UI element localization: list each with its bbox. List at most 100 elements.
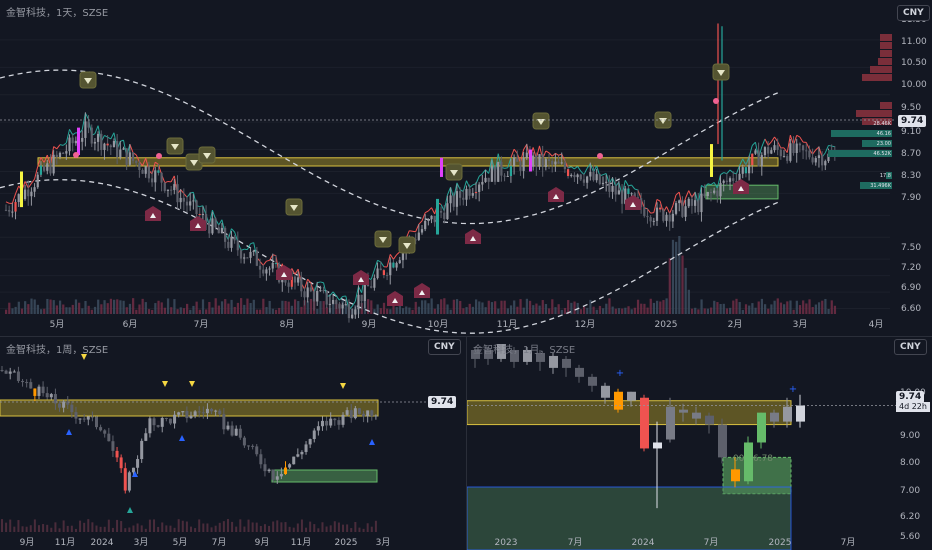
- weekly-x-axis-tick-label: 7月: [212, 537, 227, 548]
- weekly-candlestick-chart[interactable]: 9月 11月 2024 3月 5月 7月 9月 11月 2025 3月: [0, 337, 466, 550]
- monthly-candle-body: [575, 367, 584, 377]
- weekly-candle-body: [271, 469, 275, 480]
- volume-bar: [487, 300, 490, 314]
- signal-candle: [529, 149, 532, 172]
- weekly-volume-bar: [292, 527, 295, 532]
- trend-line-segment: [5, 201, 10, 204]
- candle-body: [430, 215, 433, 220]
- candle-body: [782, 156, 786, 158]
- volume-bar: [5, 309, 8, 314]
- volume-bar: [379, 308, 382, 314]
- candle-body: [150, 178, 154, 183]
- volume-bar: [125, 307, 128, 314]
- volume-bar: [71, 304, 74, 314]
- candle-body: [84, 121, 87, 138]
- volume-bar: [811, 307, 814, 314]
- monthly-candle-body: [679, 409, 688, 413]
- candle-body: [344, 304, 347, 306]
- candle-body: [395, 263, 398, 268]
- volume-bar: [459, 300, 462, 314]
- weekly-volume-bar: [120, 521, 123, 532]
- volume-bar: [287, 301, 290, 314]
- volume-bar: [132, 298, 135, 314]
- currency-button[interactable]: CNY: [897, 5, 930, 21]
- depth-bar: [880, 42, 892, 49]
- volume-bar: [687, 289, 690, 314]
- currency-button-monthly[interactable]: CNY: [894, 339, 927, 355]
- candle-body: [239, 250, 243, 259]
- monthly-x-axis-tick-label: 2023: [495, 538, 518, 548]
- candle-body: [481, 181, 484, 185]
- volume-bar: [455, 299, 459, 314]
- weekly-candle-body: [90, 416, 94, 418]
- trend-line-segment: [624, 180, 629, 187]
- weekly-volume-bar: [70, 525, 73, 532]
- monthly-zone-label: 00 , 6.78: [733, 454, 773, 464]
- monthly-candle-body: [796, 405, 805, 422]
- candle-body: [662, 209, 665, 221]
- volume-bar: [39, 309, 43, 314]
- weekly-volume-bar: [288, 526, 291, 532]
- candle-body: [544, 159, 547, 167]
- volume-bar: [293, 299, 297, 314]
- candle-body: [46, 163, 49, 171]
- trend-line-segment: [412, 230, 416, 233]
- volume-bar: [36, 304, 39, 314]
- volume-bar: [414, 301, 417, 314]
- daily-candlestick-chart[interactable]: 28.46K 46.16 23.00 46.52K 17.8 31.496K 11.00 10…: [0, 0, 932, 336]
- weekly-candle-body: [62, 401, 66, 408]
- volume-bar: [694, 307, 697, 314]
- candle-body: [58, 152, 62, 158]
- weekly-volume-bar: [116, 519, 119, 532]
- candle-body: [576, 174, 579, 178]
- weekly-candle-body: [74, 412, 78, 419]
- weekly-candle-body: [177, 412, 181, 415]
- candle-body: [4, 209, 8, 211]
- depth-bar: [856, 110, 892, 117]
- volume-bar: [544, 303, 548, 314]
- weekly-candle-body: [95, 416, 98, 428]
- candle-body: [370, 286, 373, 288]
- monthly-y-axis-tick-label: 6.20: [900, 512, 920, 522]
- candle-body: [398, 260, 401, 264]
- volume-bar: [754, 307, 757, 314]
- volume-bar: [560, 309, 563, 314]
- volume-bar: [138, 304, 141, 314]
- volume-bar: [779, 302, 783, 314]
- volume-bar: [160, 302, 163, 314]
- candle-body: [484, 177, 487, 182]
- y-axis-tick-label: 7.50: [901, 243, 921, 253]
- weekly-candle-body: [300, 451, 304, 455]
- candle-body: [417, 232, 420, 240]
- volume-bar: [795, 300, 798, 314]
- weekly-candle-body: [49, 394, 53, 398]
- volume-bar: [84, 300, 87, 314]
- candle-body: [322, 290, 325, 292]
- volume-bar: [62, 304, 65, 314]
- candle-body: [119, 149, 122, 158]
- monthly-candlestick-chart[interactable]: 00 , 6.78++11.0010.009.008.007.006.405.8…: [467, 337, 932, 550]
- monthly-chart-panel[interactable]: 金智科技，1月，SZSE CNY CNY 00 , 6.78++11.0010.…: [467, 337, 932, 550]
- volume-bar: [783, 304, 786, 314]
- weekly-chart-panel[interactable]: 金智科技，1周，SZSE CNY 9月 11月 2024 3月 5月 7月 9月 11月 202…: [0, 337, 466, 550]
- candle-body: [443, 212, 446, 220]
- volume-bar: [195, 301, 198, 314]
- volume-bar: [773, 300, 776, 314]
- candle-body: [385, 275, 389, 277]
- daily-chart-panel[interactable]: 金智科技，1天，SZSE CNY 28.46K 46.16 23.00 46.52K 1…: [0, 0, 932, 336]
- volume-bar: [776, 298, 779, 314]
- volume-bar: [300, 306, 303, 314]
- candle-body: [49, 163, 52, 174]
- volume-bar: [97, 299, 100, 314]
- candle-body: [474, 191, 478, 194]
- weekly-volume-bar: [37, 525, 40, 532]
- candle-body: [554, 161, 557, 165]
- candle-body: [560, 162, 563, 164]
- candle-body: [747, 165, 751, 174]
- currency-button-weekly[interactable]: CNY: [428, 339, 461, 355]
- candle-body: [55, 154, 58, 158]
- volume-bar: [706, 308, 710, 314]
- trend-line-segment: [393, 254, 398, 260]
- weekly-volume-bar: [136, 523, 139, 532]
- candle-body: [681, 200, 684, 217]
